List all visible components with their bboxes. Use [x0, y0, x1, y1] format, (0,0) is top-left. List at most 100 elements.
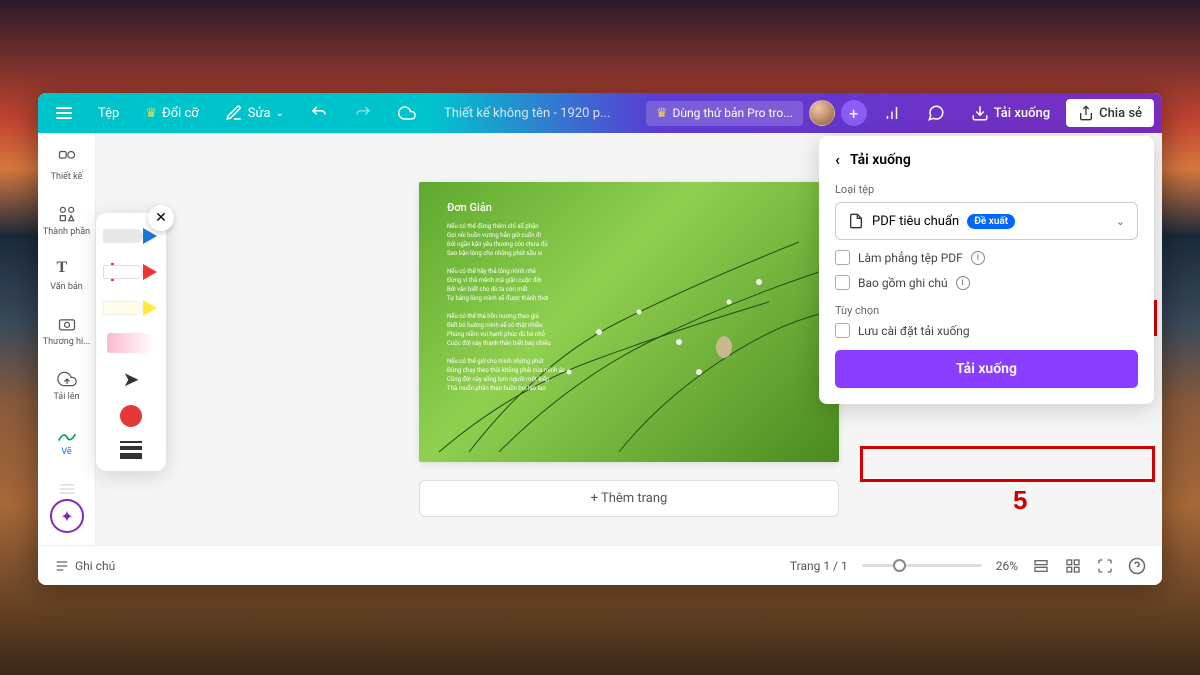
- redo-button[interactable]: [344, 98, 382, 128]
- file-type-value: PDF tiêu chuẩn: [872, 214, 959, 229]
- sidebar-text-label: Văn bản: [50, 282, 83, 292]
- canvas-page[interactable]: Đơn Giản Nếu có thể đừng thèm chì số phậ…: [419, 182, 839, 462]
- sidebar-item-more[interactable]: [38, 477, 95, 501]
- magic-button[interactable]: ✦: [50, 499, 84, 533]
- sidebar: Thiết kế Thành phần T Văn bản Thương hi..…: [38, 133, 96, 545]
- crown-icon: ♛: [145, 106, 157, 121]
- download-button[interactable]: Tải xuống: [961, 98, 1060, 128]
- grid-icon: [1065, 558, 1081, 574]
- notes-button[interactable]: Ghi chú: [54, 558, 115, 574]
- help-icon: [1128, 557, 1146, 575]
- poem-title: Đơn Giản: [447, 200, 565, 217]
- cloud-icon: [398, 104, 416, 122]
- sidebar-item-elements[interactable]: Thành phần: [38, 202, 95, 239]
- notes-label: Ghi chú: [75, 559, 115, 573]
- file-icon: [848, 213, 864, 229]
- add-collaborator-button[interactable]: +: [841, 100, 867, 126]
- notes-label: Bao gồm ghi chú: [858, 276, 948, 290]
- share-button[interactable]: Chia sẻ: [1066, 99, 1154, 127]
- try-pro-button[interactable]: ♛ Dùng thử bản Pro tro...: [646, 101, 803, 126]
- cloud-sync-button[interactable]: [388, 98, 426, 128]
- panel-header: ‹ Tải xuống: [835, 150, 1138, 169]
- list-icon: [1033, 558, 1049, 574]
- sidebar-brand-label: Thương hi...: [43, 337, 91, 347]
- chevron-down-icon: ⌄: [1116, 215, 1125, 228]
- poem-body: Nếu có thể đừng thèm chì số phận Gọi nỗi…: [447, 222, 565, 393]
- undo-icon: [310, 104, 328, 122]
- panel-title: Tải xuống: [850, 152, 911, 168]
- notes-checkbox[interactable]: [835, 275, 850, 290]
- slider-thumb[interactable]: [893, 559, 906, 572]
- bottom-bar: Ghi chú Trang 1 / 1 26%: [38, 545, 1162, 585]
- analytics-button[interactable]: [873, 98, 911, 128]
- highlighter-tool[interactable]: [103, 297, 159, 319]
- pen-tool-blue[interactable]: [103, 225, 159, 247]
- sidebar-item-draw[interactable]: Vẽ: [38, 422, 95, 459]
- zoom-value: 26%: [996, 559, 1018, 573]
- comment-icon: [927, 104, 945, 122]
- sidebar-item-uploads[interactable]: Tải lên: [38, 367, 95, 404]
- save-settings-label: Lưu cài đặt tải xuống: [858, 324, 970, 338]
- help-button[interactable]: [1128, 557, 1146, 575]
- info-icon[interactable]: i: [971, 251, 985, 265]
- sidebar-item-design[interactable]: Thiết kế: [38, 147, 95, 184]
- grid-view-button[interactable]: [1064, 557, 1082, 575]
- cursor-tool[interactable]: ➤: [123, 367, 140, 391]
- flatten-checkbox-row[interactable]: Làm phẳng tệp PDF i: [835, 250, 1138, 265]
- try-pro-label: Dùng thử bản Pro tro...: [673, 106, 793, 120]
- share-icon: [1078, 105, 1094, 121]
- back-button[interactable]: ‹: [835, 150, 840, 169]
- edit-button[interactable]: Sửa ⌄: [215, 98, 294, 128]
- text-icon: T: [57, 259, 77, 279]
- notes-icon: [54, 558, 70, 574]
- chevron-down-icon: ⌄: [276, 108, 284, 119]
- file-type-label: Loại tệp: [835, 183, 1138, 196]
- undo-button[interactable]: [300, 98, 338, 128]
- resize-button[interactable]: ♛ Đổi cỡ: [135, 100, 208, 127]
- add-page-button[interactable]: + Thêm trang: [419, 480, 839, 517]
- crown-icon: ♛: [656, 106, 668, 121]
- draw-tool-palette: ✕ ➤: [96, 213, 166, 471]
- zoom-slider[interactable]: [862, 564, 982, 567]
- pencil-icon: [225, 104, 243, 122]
- save-settings-row[interactable]: Lưu cài đặt tải xuống: [835, 323, 1138, 338]
- share-label: Chia sẻ: [1099, 106, 1142, 121]
- sidebar-elements-label: Thành phần: [43, 227, 90, 237]
- fullscreen-button[interactable]: [1096, 557, 1114, 575]
- document-title[interactable]: Thiết kế không tên - 1920 p...: [432, 106, 622, 121]
- avatar[interactable]: [809, 100, 835, 126]
- header-bar: Tệp ♛ Đổi cỡ Sửa ⌄ Thiết kế không tên - 19…: [38, 93, 1162, 133]
- color-picker[interactable]: [120, 405, 142, 427]
- poem-text: Đơn Giản Nếu có thể đừng thèm chì số phậ…: [447, 200, 565, 394]
- download-action-button[interactable]: Tải xuống: [835, 350, 1138, 388]
- stroke-thickness[interactable]: [120, 441, 142, 459]
- edit-label: Sửa: [248, 106, 271, 121]
- menu-button[interactable]: [46, 101, 82, 125]
- suggested-badge: Đề xuất: [967, 214, 1015, 229]
- notes-checkbox-row[interactable]: Bao gồm ghi chú i: [835, 275, 1138, 290]
- pen-tool-red[interactable]: [103, 261, 159, 283]
- thumbnail-view-button[interactable]: [1032, 557, 1050, 575]
- download-panel: ‹ Tải xuống Loại tệp PDF tiêu chuẩn Đề x…: [819, 136, 1154, 404]
- page-counter: Trang 1 / 1: [790, 559, 848, 573]
- fullscreen-icon: [1097, 558, 1113, 574]
- sidebar-draw-label: Vẽ: [61, 447, 71, 457]
- info-icon[interactable]: i: [956, 276, 970, 290]
- flatten-label: Làm phẳng tệp PDF: [858, 251, 963, 265]
- sidebar-item-brand[interactable]: Thương hi...: [38, 312, 95, 349]
- eraser-tool[interactable]: [107, 333, 155, 353]
- redo-icon: [354, 104, 372, 122]
- save-settings-checkbox[interactable]: [835, 323, 850, 338]
- file-type-select[interactable]: PDF tiêu chuẩn Đề xuất ⌄: [835, 202, 1138, 240]
- sidebar-design-label: Thiết kế: [51, 172, 83, 182]
- sidebar-item-text[interactable]: T Văn bản: [38, 257, 95, 294]
- comment-button[interactable]: [917, 98, 955, 128]
- chart-icon: [883, 104, 901, 122]
- menu-icon: [56, 107, 72, 119]
- file-menu[interactable]: Tệp: [88, 100, 129, 127]
- download-label: Tải xuống: [994, 106, 1050, 121]
- flatten-checkbox[interactable]: [835, 250, 850, 265]
- download-icon: [971, 104, 989, 122]
- resize-label: Đổi cỡ: [162, 106, 199, 121]
- options-label: Tùy chọn: [835, 304, 1138, 317]
